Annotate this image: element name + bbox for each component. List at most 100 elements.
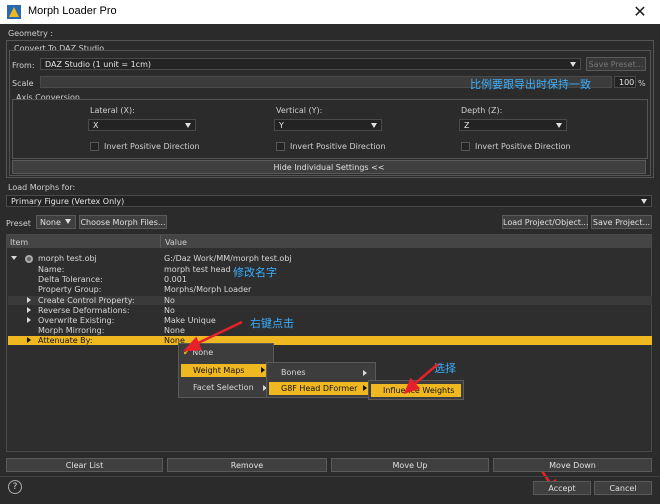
help-icon[interactable]: ? <box>8 480 22 494</box>
row-item-value: No <box>164 305 175 315</box>
save-project-button[interactable]: Save Project... <box>591 215 652 229</box>
menu-item-g8f-label: G8F Head DFormer <box>281 384 358 393</box>
chevron-down-icon <box>556 123 562 128</box>
scale-label: Scale <box>12 79 34 88</box>
depth-label: Depth (Z): <box>461 106 503 115</box>
load-morphs-label: Load Morphs for: <box>8 183 76 192</box>
submenu-arrow-icon <box>261 367 265 373</box>
menu-item-influence-weights[interactable]: Influence Weights <box>371 384 461 397</box>
annotation-right-click-note: 右键点击 <box>250 317 294 330</box>
annotation-scale-note: 比例要跟导出时保持一致 <box>470 78 591 91</box>
save-preset-button[interactable]: Save Preset... <box>586 57 646 71</box>
menu-item-bones[interactable]: Bones <box>281 368 371 377</box>
menu-item-facet-selection[interactable]: Facet Selection <box>193 383 271 392</box>
table-row[interactable]: Property Group: Morphs/Morph Loader <box>8 285 652 294</box>
chevron-down-icon <box>371 123 377 128</box>
table-row[interactable]: Delta Tolerance: 0.001 <box>8 275 652 284</box>
weight-maps-submenu: Bones G8F Head DFormer <box>266 362 376 398</box>
lateral-value: X <box>93 121 99 130</box>
scale-unit: % <box>638 79 646 88</box>
footer-divider <box>0 476 660 477</box>
row-item-value: morph test head <box>164 265 231 274</box>
depth-dropdown[interactable]: Z <box>459 119 567 131</box>
lateral-dropdown[interactable]: X <box>88 119 196 131</box>
row-item-value: Morphs/Morph Loader <box>164 285 252 295</box>
from-value: DAZ Studio (1 unit = 1cm) <box>45 60 151 69</box>
row-item-label: Morph Mirroring: <box>38 326 105 336</box>
vertical-label: Vertical (Y): <box>276 106 323 115</box>
vertical-dropdown[interactable]: Y <box>274 119 382 131</box>
context-menu: ✔ None Weight Maps Facet Selection <box>178 343 274 398</box>
row-item-value: No <box>164 295 175 305</box>
cancel-button[interactable]: Cancel <box>594 481 652 495</box>
chevron-down-icon <box>570 62 576 67</box>
invert-x-checkbox[interactable] <box>90 142 99 151</box>
menu-item-none[interactable]: ✔ None <box>183 348 213 357</box>
row-item-label: Name: <box>38 265 65 274</box>
row-item-value: Make Unique <box>164 316 216 325</box>
column-item-header[interactable]: Item <box>10 238 28 247</box>
preset-dropdown[interactable]: None <box>36 215 76 229</box>
choose-morph-files-button[interactable]: Choose Morph Files... <box>79 215 167 229</box>
depth-value: Z <box>464 121 470 130</box>
menu-item-none-label: None <box>192 348 214 357</box>
expand-arrow-icon[interactable] <box>27 337 31 344</box>
annotation-select-note: 选择 <box>434 362 456 375</box>
menu-item-g8f-head[interactable]: G8F Head DFormer <box>269 382 373 395</box>
table-row[interactable]: Reverse Deformations: No <box>8 306 652 315</box>
row-item-value: 0.001 <box>164 275 187 285</box>
expand-arrow-icon[interactable] <box>27 296 31 303</box>
row-item-label: Property Group: <box>38 285 102 295</box>
expand-arrow-icon[interactable] <box>27 306 31 313</box>
invert-z-checkbox[interactable] <box>461 142 470 151</box>
table-row[interactable]: Name: morph test head <box>8 265 652 274</box>
submenu-arrow-icon <box>363 370 367 376</box>
submenu-arrow-icon <box>363 385 367 391</box>
root-item-name: morph test.obj <box>38 254 97 263</box>
expand-arrow-icon[interactable] <box>27 317 31 323</box>
row-item-label: Create Control Property: <box>38 295 135 305</box>
row-item-label: Attenuate By: <box>38 336 93 346</box>
dformer-submenu: Influence Weights <box>368 380 464 400</box>
from-dropdown[interactable]: DAZ Studio (1 unit = 1cm) <box>40 58 581 70</box>
clear-list-button[interactable]: Clear List <box>6 458 163 472</box>
table-row-root[interactable]: morph test.obj G:/Daz Work/MM/morph test… <box>8 254 652 263</box>
load-project-button[interactable]: Load Project/Object... <box>502 215 588 229</box>
move-up-button[interactable]: Move Up <box>331 458 489 472</box>
invert-x-label: Invert Positive Direction <box>104 142 200 151</box>
table-row[interactable]: Create Control Property: No <box>8 295 652 305</box>
move-down-button[interactable]: Move Down <box>493 458 652 472</box>
row-item-label: Reverse Deformations: <box>38 305 130 315</box>
chevron-down-icon <box>65 219 71 224</box>
object-icon <box>25 255 33 263</box>
lateral-label: Lateral (X): <box>90 106 135 115</box>
scale-input[interactable]: 100 <box>614 76 636 88</box>
load-morphs-value: Primary Figure (Vertex Only) <box>11 197 125 206</box>
invert-y-label: Invert Positive Direction <box>290 142 386 151</box>
remove-button[interactable]: Remove <box>167 458 327 472</box>
menu-item-weight-maps[interactable]: Weight Maps <box>181 364 271 377</box>
close-icon[interactable]: ✕ <box>630 2 650 22</box>
menu-item-bones-label: Bones <box>281 368 306 377</box>
row-item-label: Delta Tolerance: <box>38 275 103 285</box>
app-icon <box>7 5 21 19</box>
menu-item-weight-maps-label: Weight Maps <box>193 366 245 375</box>
invert-z-label: Invert Positive Direction <box>475 142 571 151</box>
expand-icon[interactable] <box>11 256 17 260</box>
preset-label: Preset <box>6 219 31 228</box>
chevron-down-icon <box>641 199 647 204</box>
chevron-down-icon <box>185 123 191 128</box>
invert-y-checkbox[interactable] <box>276 142 285 151</box>
table-row[interactable]: Attenuate By: None <box>8 336 652 346</box>
hide-settings-button[interactable]: Hide Individual Settings << <box>12 160 646 174</box>
table-header <box>7 235 651 248</box>
annotation-rename-note: 修改名字 <box>233 266 277 279</box>
table-row[interactable]: Morph Mirroring: None <box>8 326 652 335</box>
column-value-header[interactable]: Value <box>165 238 187 247</box>
check-icon: ✔ <box>183 348 190 357</box>
window-title: Morph Loader Pro <box>28 5 117 17</box>
root-item-value: G:/Daz Work/MM/morph test.obj <box>164 254 292 263</box>
accept-button[interactable]: Accept <box>533 481 591 495</box>
table-row[interactable]: Overwrite Existing: Make Unique <box>8 316 652 325</box>
load-morphs-dropdown[interactable]: Primary Figure (Vertex Only) <box>6 195 652 207</box>
